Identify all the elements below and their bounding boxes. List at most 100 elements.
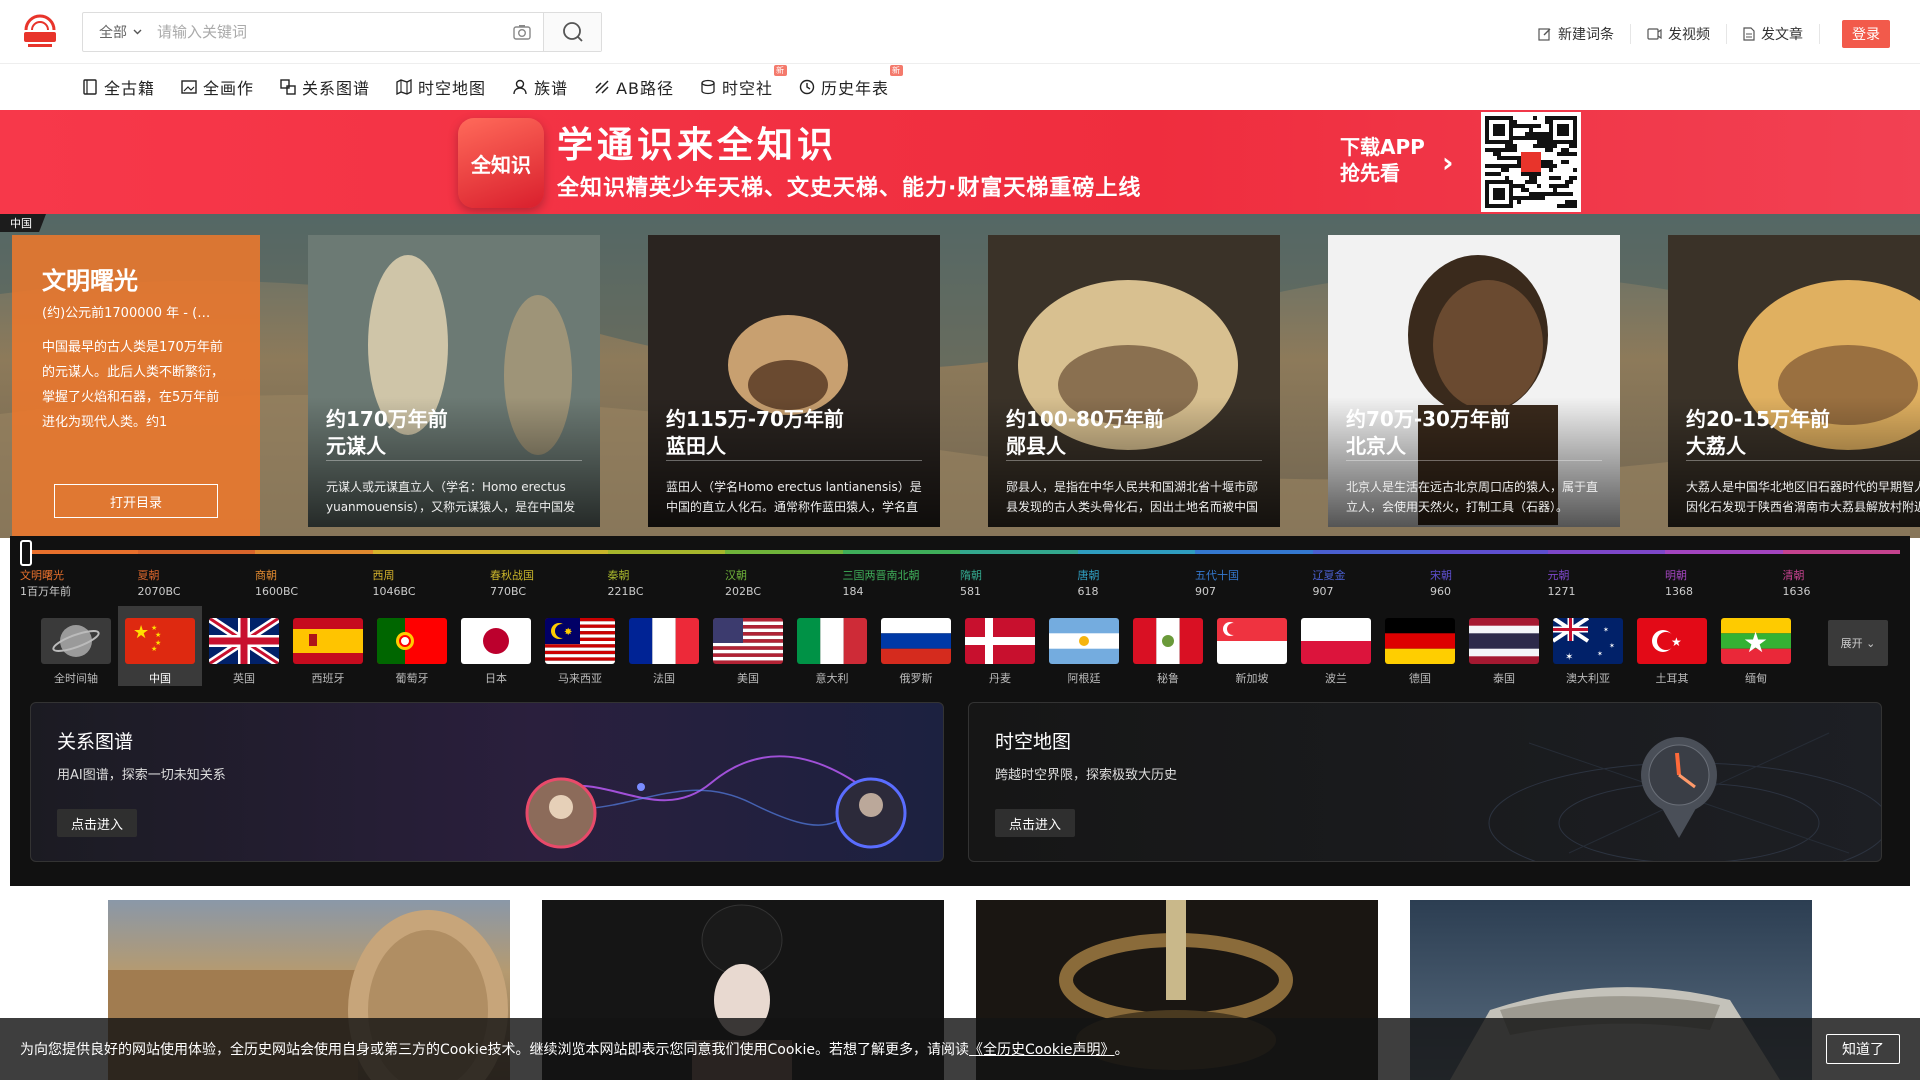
spacetime-map-panel[interactable]: 时空地图 跨越时空界限，探索极致大历史 点击进入 xyxy=(968,702,1882,862)
country-au[interactable]: ✶ ✶ ✶ ✶ 澳大利亚 xyxy=(1546,606,1630,686)
timeline-item[interactable]: 唐朝 618 xyxy=(1078,568,1196,600)
timeline-segment[interactable] xyxy=(1195,550,1313,554)
timeline-item[interactable]: 五代十国 907 xyxy=(1195,568,1313,600)
country-dk[interactable]: 丹麦 xyxy=(958,606,1042,686)
post-video-label: 发视频 xyxy=(1668,27,1710,43)
dynasty-name: 文明曙光 xyxy=(20,569,64,582)
timeline-segment[interactable] xyxy=(1665,550,1783,554)
era-card[interactable]: 约115万-70万年前 蓝田人 蓝田人（学名Homo erectus lantian… xyxy=(648,235,940,527)
search-input[interactable] xyxy=(157,13,501,51)
country-pt[interactable]: 葡萄牙 xyxy=(370,606,454,686)
country-label: 法国 xyxy=(653,672,675,685)
expand-countries-button[interactable]: 展开 ⌄ xyxy=(1828,620,1888,666)
country-all[interactable]: 全时间轴 xyxy=(34,606,118,686)
nav-item-0[interactable]: 全古籍 xyxy=(82,75,155,99)
country-de[interactable]: 德国 xyxy=(1378,606,1462,686)
nav-item-1[interactable]: 全画作 xyxy=(181,75,254,99)
nav-item-7[interactable]: 历史年表新 xyxy=(799,65,904,99)
timeline-handle[interactable] xyxy=(20,540,32,566)
era-intro-card: 文明曙光 (约)公元前1700000 年 - (… 中国最早的古人类是170万年… xyxy=(12,235,260,538)
timeline-segment[interactable] xyxy=(1312,550,1430,554)
country-fr[interactable]: 法国 xyxy=(622,606,706,686)
timeline-item[interactable]: 夏朝 2070BC xyxy=(138,568,256,600)
new-entry-link[interactable]: 新建词条 xyxy=(1522,24,1631,44)
flag-pt-icon xyxy=(377,618,447,664)
country-ru[interactable]: 俄罗斯 xyxy=(874,606,958,686)
post-video-link[interactable]: 发视频 xyxy=(1631,24,1727,44)
timeline-segment[interactable] xyxy=(20,550,138,554)
timeline-segment[interactable] xyxy=(1782,550,1900,554)
timeline-track[interactable] xyxy=(20,550,1900,554)
country-gb[interactable]: 英国 xyxy=(202,606,286,686)
enter-relation-graph-button[interactable]: 点击进入 xyxy=(57,809,137,837)
timeline-segment[interactable] xyxy=(1430,550,1548,554)
era-card[interactable]: 约100-80万年前 郧县人 郧县人，是指在中华人民共和国湖北省十堰市郧县发现的古人… xyxy=(988,235,1280,527)
timeline-item[interactable]: 宋朝 960 xyxy=(1430,568,1548,600)
camera-search-icon[interactable] xyxy=(501,13,543,51)
site-logo[interactable] xyxy=(20,12,60,52)
country-cn[interactable]: ★ ★ ★ ★ ★ 中国 xyxy=(118,606,202,686)
nav-item-3[interactable]: 时空地图 xyxy=(396,75,486,99)
nav-item-6[interactable]: 时空社新 xyxy=(700,65,788,99)
timeline-segment[interactable] xyxy=(490,550,608,554)
country-my[interactable]: ✸ 马来西亚 xyxy=(538,606,622,686)
timeline-segment[interactable] xyxy=(1547,550,1665,554)
timeline-segment[interactable] xyxy=(960,550,1078,554)
cookie-accept-button[interactable]: 知道了 xyxy=(1826,1034,1900,1064)
promo-banner[interactable]: 全知识 学通识来全知识 全知识精英少年天梯、文史天梯、能力·财富天梯重磅上线 下… xyxy=(0,110,1920,214)
country-th[interactable]: 泰国 xyxy=(1462,606,1546,686)
search-scope-select[interactable]: 全部 xyxy=(83,22,157,42)
relation-graph-panel[interactable]: 关系图谱 用AI图谱，探索一切未知关系 点击进入 xyxy=(30,702,944,862)
timeline-item[interactable]: 汉朝 202BC xyxy=(725,568,843,600)
dynasty-year: 960 xyxy=(1430,585,1451,598)
country-ar[interactable]: 阿根廷 xyxy=(1042,606,1126,686)
login-button[interactable]: 登录 xyxy=(1842,20,1890,48)
country-pe[interactable]: 秘鲁 xyxy=(1126,606,1210,686)
timeline-item[interactable]: 辽夏金 907 xyxy=(1313,568,1431,600)
flag-it-icon xyxy=(797,618,867,664)
dynasty-year: 1600BC xyxy=(255,585,299,598)
timeline-item[interactable]: 元朝 1271 xyxy=(1548,568,1666,600)
country-jp[interactable]: 日本 xyxy=(454,606,538,686)
search-button[interactable] xyxy=(543,13,601,51)
timeline-item[interactable]: 三国两晋南北朝 184 xyxy=(843,568,961,600)
cookie-policy-link[interactable]: 《全历史Cookie声明》 xyxy=(969,1039,1115,1059)
timeline-item[interactable]: 明朝 1368 xyxy=(1665,568,1783,600)
era-card[interactable]: 约20-15万年前 大荔人 大荔人是中国华北地区旧石器时代的早期智人，因化石发现于陕… xyxy=(1668,235,1920,527)
country-mm[interactable]: ★ 缅甸 xyxy=(1714,606,1798,686)
country-label: 美国 xyxy=(737,672,759,685)
era-card-name: 大荔人 xyxy=(1686,434,1746,458)
country-it[interactable]: 意大利 xyxy=(790,606,874,686)
nav-item-2[interactable]: 关系图谱 xyxy=(280,75,370,99)
timeline-item[interactable]: 文明曙光 1百万年前 xyxy=(20,568,138,600)
dynasty-year: 1368 xyxy=(1665,585,1693,598)
timeline-segment[interactable] xyxy=(372,550,490,554)
dynasty-year: 2070BC xyxy=(137,585,181,598)
timeline-item[interactable]: 隋朝 581 xyxy=(960,568,1078,600)
timeline-segment[interactable] xyxy=(725,550,843,554)
era-card[interactable]: 约170万年前 元谋人 元谋人或元谋直立人（学名：Homo erectus yuan… xyxy=(308,235,600,527)
timeline-segment[interactable] xyxy=(137,550,255,554)
timeline-item[interactable]: 西周 1046BC xyxy=(373,568,491,600)
era-card[interactable]: 约70万-30万年前 北京人 北京人是生活在远古北京周口店的猿人，属于直立人，会使用… xyxy=(1328,235,1620,527)
country-tr[interactable]: ★ 土耳其 xyxy=(1630,606,1714,686)
nav-item-4[interactable]: 族谱 xyxy=(512,75,568,99)
open-catalog-button[interactable]: 打开目录 xyxy=(54,484,218,518)
nav-item-5[interactable]: AB路径 xyxy=(594,75,674,99)
timeline-item[interactable]: 清朝 1636 xyxy=(1783,568,1901,600)
enter-spacetime-map-button[interactable]: 点击进入 xyxy=(995,809,1075,837)
banner-download[interactable]: 下载APP 抢先看 xyxy=(1340,134,1425,186)
timeline-item[interactable]: 商朝 1600BC xyxy=(255,568,373,600)
country-pl[interactable]: 波兰 xyxy=(1294,606,1378,686)
post-article-link[interactable]: 发文章 xyxy=(1727,24,1820,44)
country-us[interactable]: 美国 xyxy=(706,606,790,686)
timeline-segment[interactable] xyxy=(255,550,373,554)
country-sg[interactable]: 新加坡 xyxy=(1210,606,1294,686)
dynasty-name: 商朝 xyxy=(255,569,277,582)
timeline-segment[interactable] xyxy=(842,550,960,554)
country-es[interactable]: 西班牙 xyxy=(286,606,370,686)
timeline-item[interactable]: 秦朝 221BC xyxy=(608,568,726,600)
timeline-segment[interactable] xyxy=(607,550,725,554)
timeline-item[interactable]: 春秋战国 770BC xyxy=(490,568,608,600)
timeline-segment[interactable] xyxy=(1077,550,1195,554)
